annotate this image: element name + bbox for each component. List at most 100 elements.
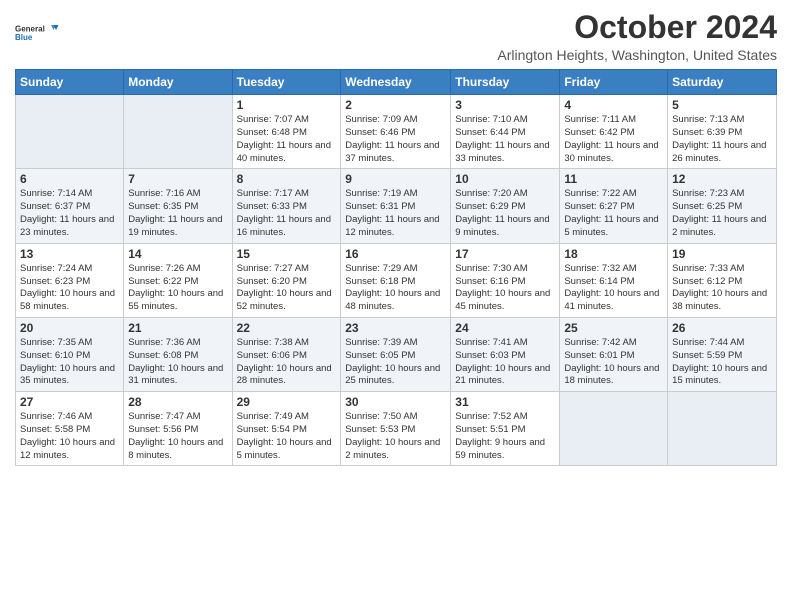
svg-text:Blue: Blue	[15, 33, 33, 42]
day-number: 24	[455, 321, 555, 335]
day-info: Sunrise: 7:39 AMSunset: 6:05 PMDaylight:…	[345, 337, 446, 388]
day-number: 26	[672, 321, 772, 335]
calendar-cell: 29 Sunrise: 7:49 AMSunset: 5:54 PMDayligh…	[232, 392, 341, 466]
day-number: 22	[237, 321, 337, 335]
day-number: 15	[237, 247, 337, 261]
calendar-cell: 15 Sunrise: 7:27 AMSunset: 6:20 PMDayligh…	[232, 243, 341, 317]
day-number: 10	[455, 172, 555, 186]
day-info: Sunrise: 7:27 AMSunset: 6:20 PMDaylight:…	[237, 263, 337, 314]
day-number: 6	[20, 172, 119, 186]
calendar-cell: 27Sunrise: 7:46 AMSunset: 5:58 PMDayligh…	[16, 392, 124, 466]
calendar-cell: 5 Sunrise: 7:13 AMSunset: 6:39 PMDaylight…	[668, 95, 777, 169]
day-info: Sunrise: 7:14 AMSunset: 6:37 PMDaylight:…	[20, 188, 119, 239]
day-info: Sunrise: 7:42 AMSunset: 6:01 PMDaylight:…	[564, 337, 663, 388]
calendar-cell: 24 Sunrise: 7:41 AMSunset: 6:03 PMDayligh…	[451, 317, 560, 391]
calendar-cell: 19 Sunrise: 7:33 AMSunset: 6:12 PMDayligh…	[668, 243, 777, 317]
calendar-col-header: Tuesday	[232, 70, 341, 95]
day-number: 11	[564, 172, 663, 186]
day-info: Sunrise: 7:19 AMSunset: 6:31 PMDaylight:…	[345, 188, 446, 239]
day-number: 8	[237, 172, 337, 186]
day-number: 18	[564, 247, 663, 261]
day-number: 2	[345, 98, 446, 112]
day-info: Sunrise: 7:36 AMSunset: 6:08 PMDaylight:…	[128, 337, 227, 388]
day-info: Sunrise: 7:07 AMSunset: 6:48 PMDaylight:…	[237, 114, 337, 165]
day-number: 1	[237, 98, 337, 112]
calendar-col-header: Friday	[560, 70, 668, 95]
day-info: Sunrise: 7:29 AMSunset: 6:18 PMDaylight:…	[345, 263, 446, 314]
calendar-cell: 7 Sunrise: 7:16 AMSunset: 6:35 PMDaylight…	[124, 169, 232, 243]
day-number: 28	[128, 395, 227, 409]
day-number: 19	[672, 247, 772, 261]
calendar-col-header: Saturday	[668, 70, 777, 95]
day-info: Sunrise: 7:26 AMSunset: 6:22 PMDaylight:…	[128, 263, 227, 314]
calendar-cell: 26 Sunrise: 7:44 AMSunset: 5:59 PMDayligh…	[668, 317, 777, 391]
day-number: 29	[237, 395, 337, 409]
calendar-cell: 21Sunrise: 7:36 AMSunset: 6:08 PMDayligh…	[124, 317, 232, 391]
calendar-cell: 25 Sunrise: 7:42 AMSunset: 6:01 PMDayligh…	[560, 317, 668, 391]
calendar-cell: 17 Sunrise: 7:30 AMSunset: 6:16 PMDayligh…	[451, 243, 560, 317]
day-number: 3	[455, 98, 555, 112]
calendar-cell: 20Sunrise: 7:35 AMSunset: 6:10 PMDayligh…	[16, 317, 124, 391]
calendar-cell: 12 Sunrise: 7:23 AMSunset: 6:25 PMDayligh…	[668, 169, 777, 243]
day-info: Sunrise: 7:35 AMSunset: 6:10 PMDaylight:…	[20, 337, 119, 388]
calendar-col-header: Wednesday	[341, 70, 451, 95]
day-number: 12	[672, 172, 772, 186]
day-info: Sunrise: 7:11 AMSunset: 6:42 PMDaylight:…	[564, 114, 663, 165]
day-info: Sunrise: 7:52 AMSunset: 5:51 PMDaylight:…	[455, 411, 555, 462]
day-info: Sunrise: 7:24 AMSunset: 6:23 PMDaylight:…	[20, 263, 119, 314]
day-info: Sunrise: 7:20 AMSunset: 6:29 PMDaylight:…	[455, 188, 555, 239]
location: Arlington Heights, Washington, United St…	[497, 47, 777, 63]
day-info: Sunrise: 7:23 AMSunset: 6:25 PMDaylight:…	[672, 188, 772, 239]
day-number: 16	[345, 247, 446, 261]
calendar-week-row: 13 Sunrise: 7:24 AMSunset: 6:23 PMDayligh…	[16, 243, 777, 317]
calendar-table: SundayMondayTuesdayWednesdayThursdayFrid…	[15, 69, 777, 466]
calendar-cell: 1 Sunrise: 7:07 AMSunset: 6:48 PMDaylight…	[232, 95, 341, 169]
day-info: Sunrise: 7:33 AMSunset: 6:12 PMDaylight:…	[672, 263, 772, 314]
calendar-cell: 11 Sunrise: 7:22 AMSunset: 6:27 PMDayligh…	[560, 169, 668, 243]
day-info: Sunrise: 7:30 AMSunset: 6:16 PMDaylight:…	[455, 263, 555, 314]
day-info: Sunrise: 7:32 AMSunset: 6:14 PMDaylight:…	[564, 263, 663, 314]
calendar-cell: 31Sunrise: 7:52 AMSunset: 5:51 PMDayligh…	[451, 392, 560, 466]
calendar-cell: 13 Sunrise: 7:24 AMSunset: 6:23 PMDayligh…	[16, 243, 124, 317]
day-number: 9	[345, 172, 446, 186]
title-block: October 2024 Arlington Heights, Washingt…	[497, 10, 777, 63]
day-number: 27	[20, 395, 119, 409]
day-info: Sunrise: 7:09 AMSunset: 6:46 PMDaylight:…	[345, 114, 446, 165]
calendar-cell: 8 Sunrise: 7:17 AMSunset: 6:33 PMDaylight…	[232, 169, 341, 243]
calendar-col-header: Thursday	[451, 70, 560, 95]
logo: General Blue	[15, 14, 60, 52]
calendar-week-row: 6 Sunrise: 7:14 AMSunset: 6:37 PMDaylight…	[16, 169, 777, 243]
calendar-cell: 23Sunrise: 7:39 AMSunset: 6:05 PMDayligh…	[341, 317, 451, 391]
day-info: Sunrise: 7:50 AMSunset: 5:53 PMDaylight:…	[345, 411, 446, 462]
calendar-cell: 6 Sunrise: 7:14 AMSunset: 6:37 PMDaylight…	[16, 169, 124, 243]
month-title: October 2024	[497, 10, 777, 45]
calendar-cell: 14 Sunrise: 7:26 AMSunset: 6:22 PMDayligh…	[124, 243, 232, 317]
calendar-cell: 2 Sunrise: 7:09 AMSunset: 6:46 PMDaylight…	[341, 95, 451, 169]
calendar-cell: 9 Sunrise: 7:19 AMSunset: 6:31 PMDaylight…	[341, 169, 451, 243]
day-info: Sunrise: 7:47 AMSunset: 5:56 PMDaylight:…	[128, 411, 227, 462]
calendar-col-header: Monday	[124, 70, 232, 95]
day-number: 25	[564, 321, 663, 335]
calendar-cell: 4Sunrise: 7:11 AMSunset: 6:42 PMDaylight…	[560, 95, 668, 169]
day-info: Sunrise: 7:17 AMSunset: 6:33 PMDaylight:…	[237, 188, 337, 239]
day-number: 17	[455, 247, 555, 261]
logo-svg: General Blue	[15, 14, 60, 52]
day-number: 13	[20, 247, 119, 261]
day-number: 7	[128, 172, 227, 186]
day-info: Sunrise: 7:49 AMSunset: 5:54 PMDaylight:…	[237, 411, 337, 462]
calendar-col-header: Sunday	[16, 70, 124, 95]
calendar-header-row: SundayMondayTuesdayWednesdayThursdayFrid…	[16, 70, 777, 95]
page: General Blue October 2024 Arlington Heig…	[0, 0, 792, 612]
day-info: Sunrise: 7:41 AMSunset: 6:03 PMDaylight:…	[455, 337, 555, 388]
day-info: Sunrise: 7:13 AMSunset: 6:39 PMDaylight:…	[672, 114, 772, 165]
day-info: Sunrise: 7:10 AMSunset: 6:44 PMDaylight:…	[455, 114, 555, 165]
calendar-cell: 22Sunrise: 7:38 AMSunset: 6:06 PMDayligh…	[232, 317, 341, 391]
calendar-cell: 3 Sunrise: 7:10 AMSunset: 6:44 PMDaylight…	[451, 95, 560, 169]
calendar-cell: 18 Sunrise: 7:32 AMSunset: 6:14 PMDayligh…	[560, 243, 668, 317]
day-info: Sunrise: 7:16 AMSunset: 6:35 PMDaylight:…	[128, 188, 227, 239]
day-number: 5	[672, 98, 772, 112]
calendar-cell: 16 Sunrise: 7:29 AMSunset: 6:18 PMDayligh…	[341, 243, 451, 317]
day-info: Sunrise: 7:22 AMSunset: 6:27 PMDaylight:…	[564, 188, 663, 239]
day-number: 14	[128, 247, 227, 261]
day-info: Sunrise: 7:44 AMSunset: 5:59 PMDaylight:…	[672, 337, 772, 388]
